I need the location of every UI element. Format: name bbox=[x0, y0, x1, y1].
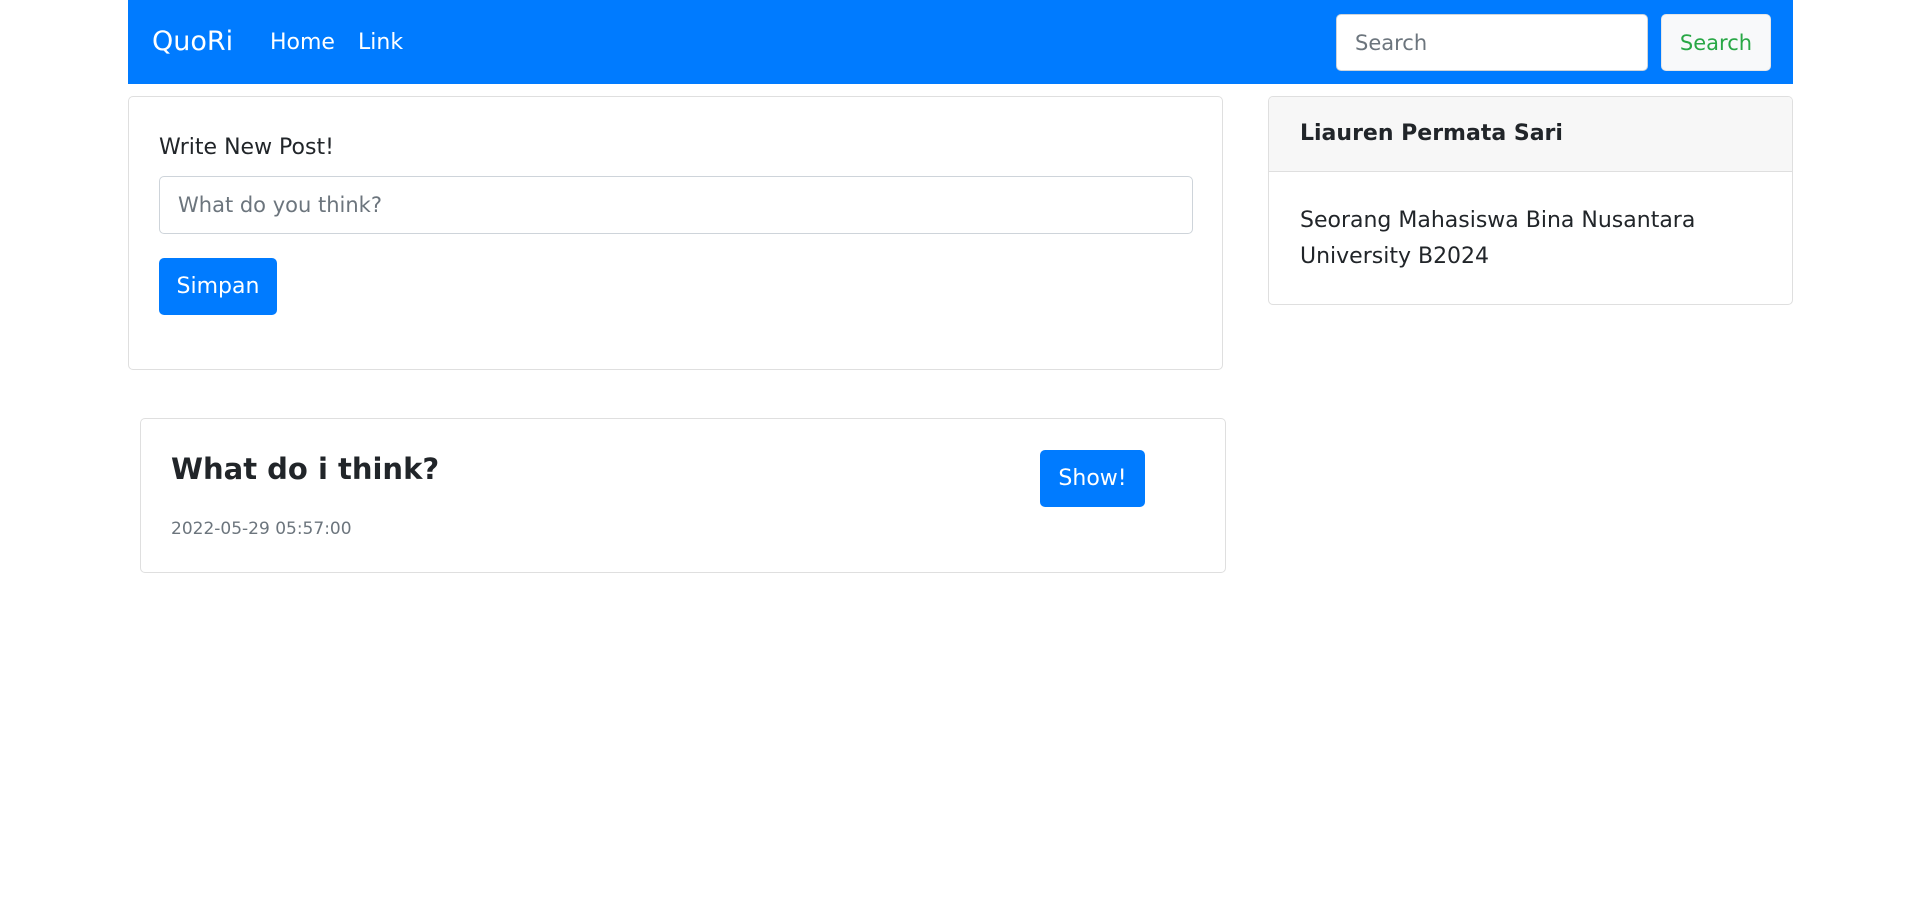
nav-home-link[interactable]: Home bbox=[270, 28, 335, 58]
post-title: What do i think? bbox=[171, 452, 440, 486]
search-input[interactable] bbox=[1336, 14, 1648, 71]
profile-card-header: Liauren Permata Sari bbox=[1269, 97, 1792, 172]
page-container: QuoRi Home Link Search Write New Post! S… bbox=[128, 0, 1793, 913]
brand-logo[interactable]: QuoRi bbox=[152, 24, 233, 60]
top-navbar: QuoRi Home Link Search bbox=[128, 0, 1793, 84]
show-post-button[interactable]: Show! bbox=[1040, 450, 1145, 507]
nav-link-link[interactable]: Link bbox=[358, 28, 403, 58]
search-button[interactable]: Search bbox=[1661, 14, 1771, 71]
profile-name: Liauren Permata Sari bbox=[1300, 121, 1563, 146]
profile-bio: Seorang Mahasiswa Bina Nusantara Univers… bbox=[1300, 208, 1696, 269]
profile-card: Liauren Permata Sari Seorang Mahasiswa B… bbox=[1268, 96, 1793, 305]
new-post-input[interactable] bbox=[159, 176, 1193, 234]
post-timestamp: 2022-05-29 05:57:00 bbox=[171, 519, 352, 539]
new-post-label: Write New Post! bbox=[159, 135, 334, 160]
save-button[interactable]: Simpan bbox=[159, 258, 277, 315]
